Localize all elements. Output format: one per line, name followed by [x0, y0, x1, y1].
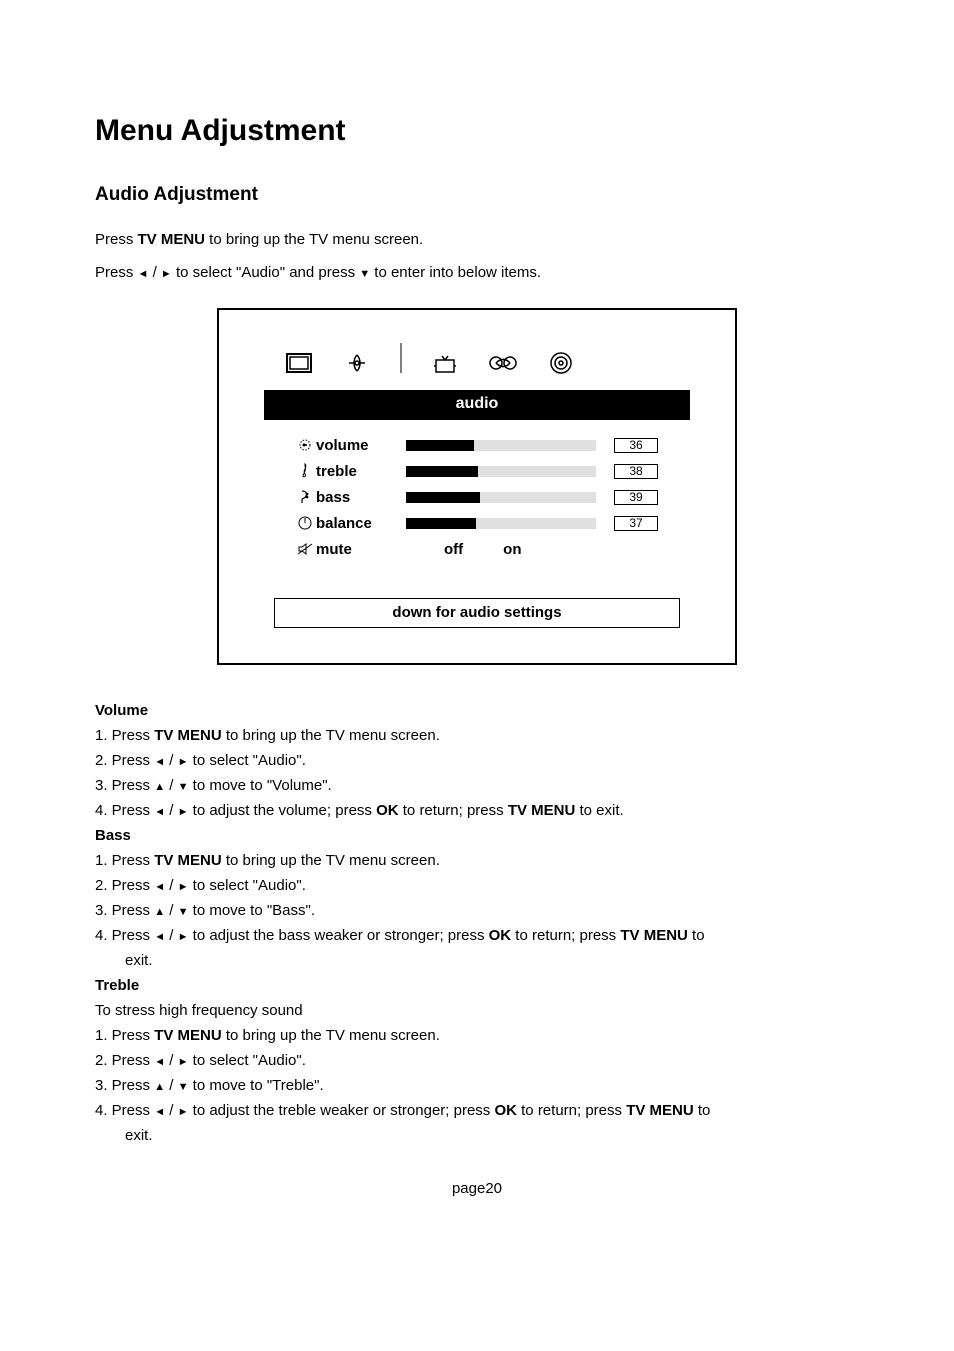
section-title: Audio Adjustment: [95, 182, 859, 209]
down-arrow-icon: ▼: [178, 1081, 189, 1093]
intro-line-2: Press ◄ / ► to select "Audio" and press …: [95, 262, 859, 283]
balance-label: balance: [316, 513, 406, 534]
right-arrow-icon: ►: [178, 881, 189, 893]
right-arrow-icon: ►: [178, 1056, 189, 1068]
balance-bar: 37: [406, 516, 680, 531]
page-footer: page20: [95, 1178, 859, 1199]
step: 3. Press ▲ / ▼ to move to "Treble".: [95, 1075, 859, 1096]
left-arrow-icon: ◄: [138, 268, 149, 280]
step: 4. Press ◄ / ► to adjust the volume; pre…: [95, 800, 859, 821]
right-arrow-icon: ►: [178, 1106, 189, 1118]
volume-heading: Volume: [95, 700, 859, 721]
treble-value: 38: [614, 464, 658, 479]
treble-label: treble: [316, 461, 406, 482]
down-arrow-icon: ▼: [359, 268, 370, 280]
bass-section: Bass 1. Press TV MENU to bring up the TV…: [95, 825, 859, 971]
volume-icon: [294, 437, 316, 453]
left-arrow-icon: ◄: [154, 881, 165, 893]
text: to select "Audio" and press: [172, 264, 359, 281]
bass-bar: 39: [406, 490, 680, 505]
bass-icon: [294, 489, 316, 505]
step: exit.: [95, 1125, 859, 1146]
bass-label: bass: [316, 487, 406, 508]
text: to bring up the TV menu screen.: [205, 231, 423, 248]
mute-label: mute: [316, 539, 406, 560]
step: 3. Press ▲ / ▼ to move to "Volume".: [95, 775, 859, 796]
picture-tab-icon: [284, 351, 314, 375]
mute-row: mute off on: [294, 538, 680, 560]
intro-line-1: Press TV MENU to bring up the TV menu sc…: [95, 229, 859, 250]
balance-value: 37: [614, 516, 658, 531]
volume-label: volume: [316, 435, 406, 456]
bass-heading: Bass: [95, 825, 859, 846]
treble-section: Treble To stress high frequency sound 1.…: [95, 975, 859, 1146]
left-arrow-icon: ◄: [154, 756, 165, 768]
left-arrow-icon: ◄: [154, 806, 165, 818]
step: 1. Press TV MENU to bring up the TV menu…: [95, 1025, 859, 1046]
volume-bar: 36: [406, 438, 680, 453]
osd-title-bar: audio: [264, 390, 690, 420]
treble-row: treble 38: [294, 460, 680, 482]
treble-icon: [294, 462, 316, 480]
step: 3. Press ▲ / ▼ to move to "Bass".: [95, 900, 859, 921]
text: to enter into below items.: [370, 264, 541, 281]
osd-tab-row: [284, 345, 700, 382]
page-title: Menu Adjustment: [95, 110, 859, 152]
left-arrow-icon: ◄: [154, 1106, 165, 1118]
step: 2. Press ◄ / ► to select "Audio".: [95, 750, 859, 771]
up-arrow-icon: ▲: [154, 1081, 165, 1093]
bass-value: 39: [614, 490, 658, 505]
tab-separator: [400, 343, 402, 380]
treble-heading: Treble: [95, 975, 859, 996]
mute-off: off: [444, 539, 463, 560]
up-arrow-icon: ▲: [154, 781, 165, 793]
left-arrow-icon: ◄: [154, 931, 165, 943]
channel-tab-icon: [430, 351, 460, 375]
step: 2. Press ◄ / ► to select "Audio".: [95, 875, 859, 896]
step: 1. Press TV MENU to bring up the TV menu…: [95, 850, 859, 871]
right-arrow-icon: ►: [178, 806, 189, 818]
right-arrow-icon: ►: [178, 931, 189, 943]
feature-tab-icon: [488, 351, 518, 375]
treble-note: To stress high frequency sound: [95, 1000, 859, 1021]
bass-row: bass 39: [294, 486, 680, 508]
settings-tab-icon: [546, 351, 576, 375]
treble-bar: 38: [406, 464, 680, 479]
text: Press: [95, 264, 138, 281]
right-arrow-icon: ►: [161, 268, 172, 280]
mute-icon: [294, 542, 316, 556]
osd-settings-list: volume 36 treble 38 bass 39: [294, 434, 680, 560]
text: Press: [95, 231, 138, 248]
up-arrow-icon: ▲: [154, 906, 165, 918]
step: 2. Press ◄ / ► to select "Audio".: [95, 1050, 859, 1071]
volume-value: 36: [614, 438, 658, 453]
step: 4. Press ◄ / ► to adjust the treble weak…: [95, 1100, 859, 1121]
tv-menu-label: TV MENU: [138, 231, 206, 248]
down-arrow-icon: ▼: [178, 781, 189, 793]
osd-hint: down for audio settings: [274, 598, 680, 628]
balance-row: balance 37: [294, 512, 680, 534]
step: 1. Press TV MENU to bring up the TV menu…: [95, 725, 859, 746]
audio-tab-icon: [342, 351, 372, 375]
balance-icon: [294, 516, 316, 530]
step: exit.: [95, 950, 859, 971]
left-arrow-icon: ◄: [154, 1056, 165, 1068]
step: 4. Press ◄ / ► to adjust the bass weaker…: [95, 925, 859, 946]
right-arrow-icon: ►: [178, 756, 189, 768]
down-arrow-icon: ▼: [178, 906, 189, 918]
volume-row: volume 36: [294, 434, 680, 456]
volume-section: Volume 1. Press TV MENU to bring up the …: [95, 700, 859, 821]
mute-on: on: [503, 539, 521, 560]
osd-panel: audio volume 36 treble 38: [217, 308, 737, 666]
